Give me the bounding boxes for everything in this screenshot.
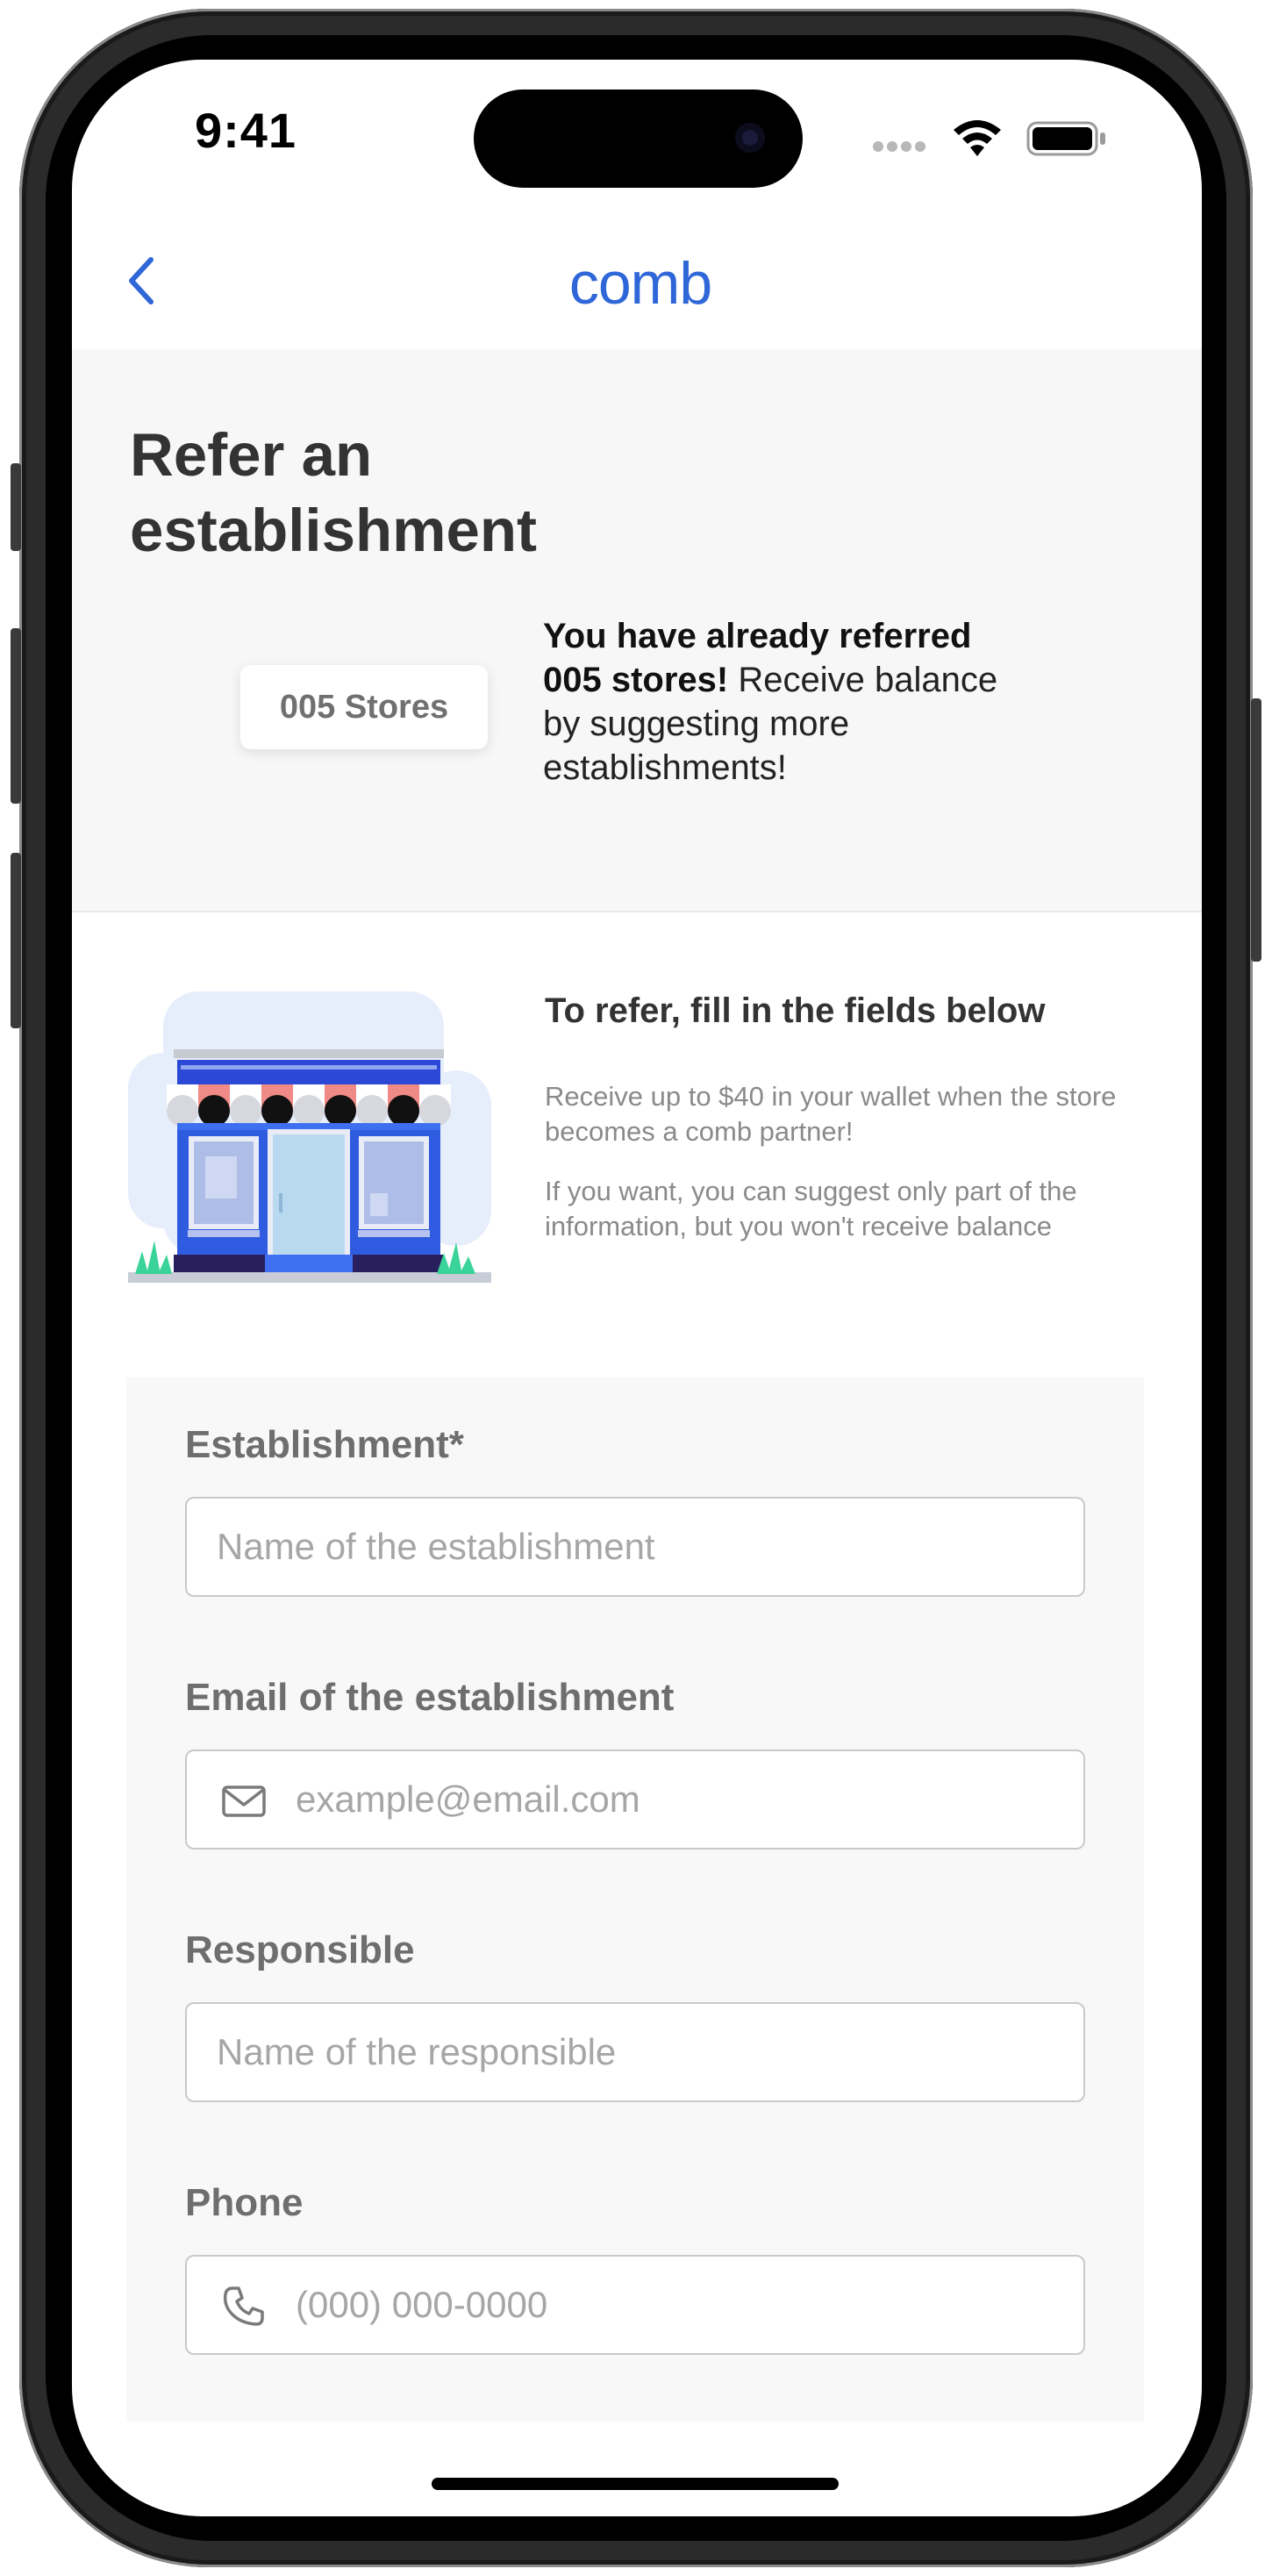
referral-summary: You have already referred 005 stores! Re… xyxy=(543,614,1034,790)
info-paragraph-partial: If you want, you can suggest only part o… xyxy=(545,1176,1077,1241)
establishment-input[interactable] xyxy=(215,1499,1066,1595)
back-chevron-icon[interactable] xyxy=(125,254,160,307)
action-button xyxy=(11,463,21,551)
comb-logo: comb xyxy=(568,250,712,317)
wifi-icon xyxy=(954,120,1001,156)
front-camera xyxy=(735,123,765,153)
stores-count-badge: 005 Stores xyxy=(240,665,488,749)
email-field xyxy=(185,1750,1085,1850)
battery-icon xyxy=(1026,121,1105,156)
phone-input[interactable] xyxy=(294,2257,1066,2353)
home-indicator[interactable] xyxy=(432,2478,839,2490)
phone-field xyxy=(185,2255,1085,2355)
info-paragraph-reward: Receive up to $40 in your wallet when th… xyxy=(545,1081,1117,1147)
volume-up-button xyxy=(11,628,21,804)
responsible-field xyxy=(185,2002,1085,2102)
storefront-illustration xyxy=(128,991,491,1283)
volume-down-button xyxy=(11,853,21,1028)
email-input[interactable] xyxy=(294,1751,1066,1848)
responsible-input[interactable] xyxy=(215,2004,1066,2100)
phone-label: Phone xyxy=(185,2181,304,2224)
cellular-signal-icon xyxy=(873,140,931,153)
establishment-field xyxy=(185,1497,1085,1597)
responsible-label: Responsible xyxy=(185,1928,415,1971)
email-label: Email of the establishment xyxy=(185,1676,675,1719)
phone-icon xyxy=(223,2286,264,2326)
status-time: 9:41 xyxy=(194,103,297,158)
mail-icon xyxy=(222,1785,266,1817)
info-title: To refer, fill in the fields below xyxy=(545,991,1046,1030)
power-button xyxy=(1251,698,1261,962)
establishment-label: Establishment* xyxy=(185,1423,464,1466)
page-title: Refer an establishment xyxy=(130,421,537,564)
